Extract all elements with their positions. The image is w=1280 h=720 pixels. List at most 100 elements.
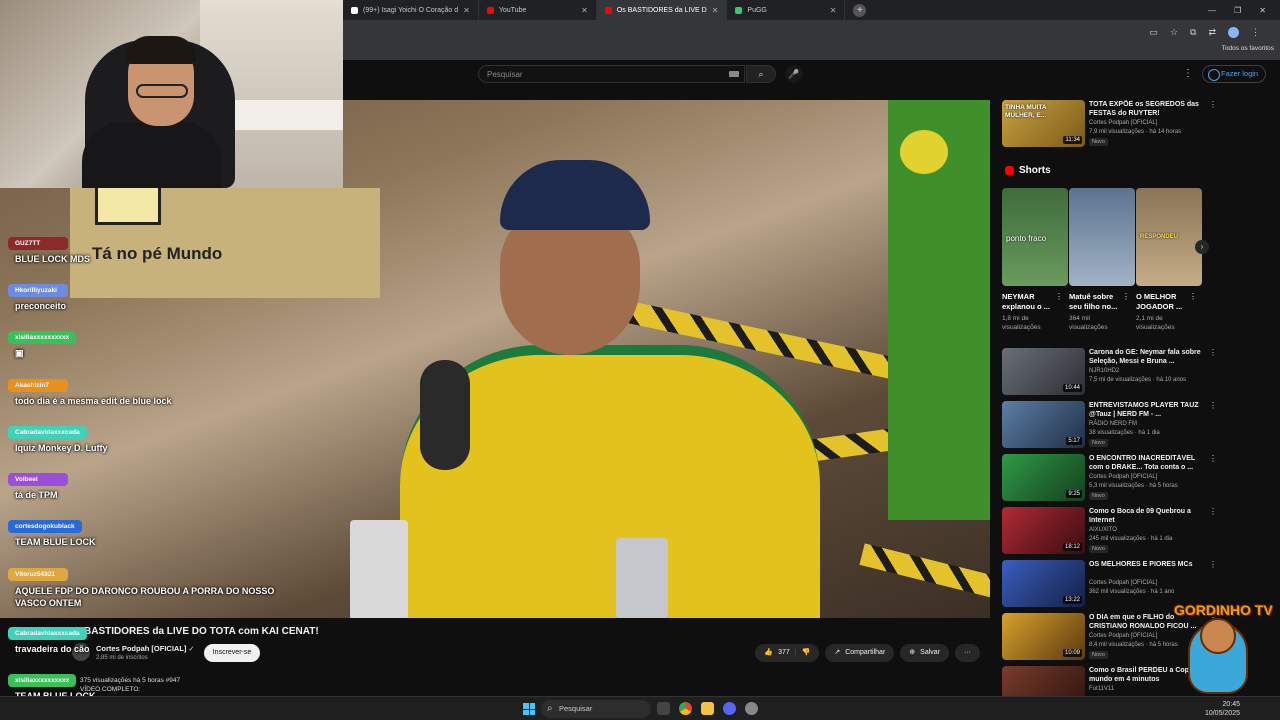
recommended-video[interactable]: TINHA MUITA MULHER, E... 11:34 TOTA EXPÕE… (1002, 100, 1272, 148)
favorites-bar-label[interactable]: Todos os favoritos (1222, 45, 1274, 52)
translate-icon[interactable]: ⇄ (1208, 27, 1216, 38)
chat-message: Akashizin7 todo dia é a mesma edit de blu… (8, 374, 172, 406)
more-options-icon[interactable]: ⋮ (1209, 401, 1217, 410)
more-options-icon[interactable]: ⋮ (1209, 507, 1217, 516)
tab-isagi[interactable]: (99+) Isagi Yoichi O Coração d ✕ (343, 0, 479, 20)
profile-avatar[interactable] (1228, 27, 1239, 38)
close-tab-icon[interactable]: ✕ (712, 6, 719, 15)
chat-text: todo dia é a mesma edit de blue lock (15, 396, 172, 406)
video-thumbnail[interactable]: 9:25 (1002, 454, 1085, 501)
menu-icon[interactable]: ⋮ (1251, 27, 1260, 38)
chat-text: travadeira do cão (15, 644, 90, 654)
video-title[interactable]: O ENCONTRO INACREDITÁVEL com o DRAKE... … (1089, 454, 1207, 472)
more-options-icon[interactable]: ⋮ (1122, 292, 1130, 301)
video-thumbnail[interactable]: TINHA MUITA MULHER, E... 11:34 (1002, 100, 1085, 147)
channel-name[interactable]: NJR10HD2 (1089, 368, 1119, 374)
star-icon[interactable]: ☆ (1170, 27, 1178, 38)
recommended-video[interactable]: 9:25 O ENCONTRO INACREDITÁVEL com o DRAK… (1002, 454, 1272, 502)
maximize-button[interactable]: ❐ (1234, 6, 1241, 15)
channel-name[interactable]: Cortes Podpah [OFICIAL] (1089, 580, 1157, 586)
video-thumbnail[interactable]: 5:17 (1002, 401, 1085, 448)
more-options-icon[interactable]: ⋮ (1209, 348, 1217, 357)
close-window-button[interactable]: ✕ (1259, 6, 1266, 15)
recommended-video[interactable]: 10:44 Carona do GE: Neymar fala sobre Se… (1002, 348, 1272, 396)
video-duration: 9:25 (1066, 490, 1082, 498)
recommended-video[interactable]: 5:17 ENTREVISTAMOS PLAYER TAUZ @Tauz | N… (1002, 401, 1272, 449)
channel-name[interactable]: Cortes Podpah [OFICIAL] (1089, 633, 1157, 639)
like-icon: 👍 (764, 649, 774, 656)
close-tab-icon[interactable]: ✕ (830, 6, 837, 15)
video-thumbnail[interactable]: 10:09 (1002, 613, 1085, 660)
close-tab-icon[interactable]: ✕ (463, 6, 470, 15)
more-actions-button[interactable]: ··· (955, 644, 980, 662)
chrome-icon[interactable] (679, 702, 692, 715)
video-duration: 13:22 (1062, 596, 1082, 604)
tab-pugg[interactable]: PuGG ✕ (727, 0, 846, 20)
search-input[interactable]: Pesquisar (478, 65, 745, 83)
new-tab-button[interactable]: + (853, 3, 867, 17)
short-video[interactable]: RESPONDEU (1136, 188, 1202, 286)
video-actions: 👍 377 | 👎 ↗ Compartilhar ⊕ Salvar ··· (755, 644, 980, 662)
video-duration: 5:17 (1066, 437, 1082, 445)
minimize-button[interactable]: — (1208, 6, 1216, 15)
chat-text: TEAM BLUE LOCK (15, 537, 96, 547)
chat-message: Volbeel tá de TPM (8, 468, 68, 500)
chat-message: cortesdogokublack TEAM BLUE LOCK (8, 515, 96, 547)
short-thumbnail[interactable] (1069, 188, 1135, 286)
more-options-icon[interactable]: ⋮ (1209, 100, 1217, 109)
short-title[interactable]: Matuê sobre seu filho no... (1069, 292, 1124, 312)
short-title[interactable]: NEYMAR explanou o ... (1002, 292, 1057, 312)
channel-name[interactable]: RÁDIO NERD FM (1089, 421, 1137, 427)
video-title[interactable]: ENTREVISTAMOS PLAYER TAUZ @Tauz | NERD F… (1089, 401, 1207, 419)
task-view-icon[interactable] (657, 702, 670, 715)
tab-bastidores[interactable]: Os BASTIDORES da LIVE D ✕ (596, 0, 728, 20)
close-tab-icon[interactable]: ✕ (581, 6, 588, 15)
shorts-next-button[interactable]: › (1195, 240, 1209, 254)
channel-name[interactable]: AIXUXITO (1089, 527, 1117, 533)
save-button[interactable]: ⊕ Salvar (900, 644, 949, 662)
channel-name[interactable]: Cortes Podpah [OFICIAL] (1089, 120, 1157, 126)
video-title[interactable]: OS MELHORES E PIORES MCs (1089, 560, 1207, 569)
like-button[interactable]: 👍 377 | 👎 (755, 644, 820, 662)
cast-icon[interactable]: ▭ (1149, 27, 1158, 38)
file-explorer-icon[interactable] (701, 702, 714, 715)
chat-text: preconceito (15, 301, 67, 311)
guest-cap (500, 160, 650, 230)
more-options-icon[interactable]: ⋮ (1209, 454, 1217, 463)
more-options-icon[interactable]: ⋮ (1189, 292, 1197, 301)
system-tray-clock[interactable]: 20:45 10/05/2025 (1205, 700, 1240, 718)
mic-icon[interactable]: 🎤 (785, 65, 803, 83)
video-title[interactable]: TOTA EXPÕE os SEGREDOS das FESTAS do RUY… (1089, 100, 1207, 118)
obs-icon[interactable] (745, 702, 758, 715)
taskbar-search-input[interactable]: Pesquisar (541, 700, 651, 718)
screen: (99+) Isagi Yoichi O Coração d ✕ YouTube ✕… (0, 0, 1280, 720)
share-button[interactable]: ↗ Compartilhar (825, 644, 895, 662)
video-thumbnail[interactable]: 13:22 (1002, 560, 1085, 607)
dislike-icon[interactable]: 👎 (802, 644, 811, 662)
video-title[interactable]: Como o Boca de 09 Quebrou a Internet (1089, 507, 1207, 525)
video-thumbnail[interactable]: 10:44 (1002, 348, 1085, 395)
short-video[interactable]: ponto fraco (1002, 188, 1068, 286)
tab-youtube[interactable]: YouTube ✕ (479, 0, 597, 20)
keyboard-icon[interactable] (729, 71, 739, 77)
more-options-icon[interactable]: ⋮ (1055, 292, 1063, 301)
video-title[interactable]: Carona do GE: Neymar fala sobre Seleção,… (1089, 348, 1207, 366)
search-button[interactable]: ⌕ (746, 65, 776, 83)
short-video[interactable] (1069, 188, 1135, 286)
login-button[interactable]: Fazer login (1202, 65, 1266, 83)
settings-menu-icon[interactable]: ⋮ (1183, 68, 1193, 79)
video-thumbnail[interactable] (1002, 666, 1085, 696)
channel-name[interactable]: Cortes Podpah [OFICIAL] (1089, 474, 1157, 480)
new-badge: Novo (1089, 545, 1108, 553)
windows-start-icon[interactable] (523, 703, 535, 715)
extensions-icon[interactable]: ⧉ (1190, 27, 1196, 38)
channel-name[interactable]: Fut11V11 (1089, 686, 1114, 692)
video-stats: 38 visualizações · há 1 dia (1089, 430, 1160, 436)
recommended-video[interactable]: 18:12 Como o Boca de 09 Quebrou a Intern… (1002, 507, 1272, 555)
video-thumbnail[interactable]: 18:12 (1002, 507, 1085, 554)
discord-icon[interactable] (723, 702, 736, 715)
more-options-icon[interactable]: ⋮ (1209, 560, 1217, 569)
short-title[interactable]: O MELHOR JOGADOR ... (1136, 292, 1191, 312)
thumbnail-text: TINHA MUITA MULHER, E... (1005, 104, 1047, 119)
chat-username: Vitoruz54321 (8, 568, 68, 581)
